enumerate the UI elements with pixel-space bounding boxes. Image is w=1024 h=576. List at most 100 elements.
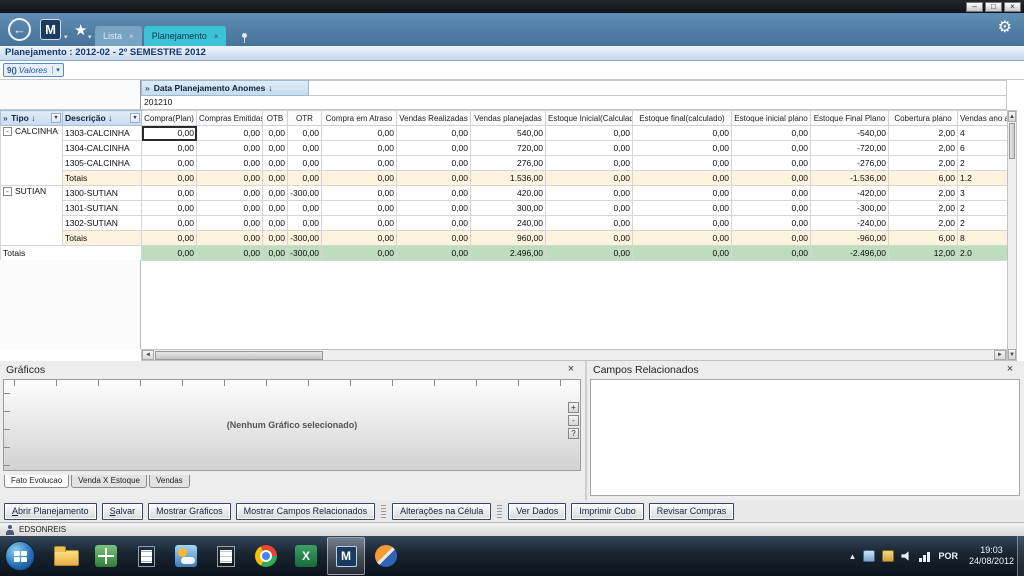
cell[interactable]: 0,00 [322,171,397,186]
cell[interactable]: 2.496,00 [471,246,546,261]
cell[interactable]: 0,00 [142,141,197,156]
vertical-scrollbar-thumb[interactable] [1009,123,1015,159]
cell[interactable]: 0,00 [288,216,322,231]
cell[interactable]: 6,00 [889,171,958,186]
app-logo[interactable]: M [40,19,61,40]
cell[interactable]: 0,00 [142,201,197,216]
cell[interactable]: 0,00 [546,141,633,156]
cell[interactable]: 0,00 [633,201,732,216]
graph-tab-fato-evolucao[interactable]: Fato Evolucao [4,475,69,488]
cell[interactable]: 1.2 [958,171,1009,186]
cell[interactable]: 3 [958,186,1009,201]
cell[interactable]: 2,00 [889,126,958,141]
cell[interactable]: 0,00 [546,126,633,141]
tray-app-icon[interactable] [863,550,875,562]
row-label[interactable]: 1305-CALCINHA [63,156,142,171]
scroll-down-icon[interactable]: ▼ [1008,349,1016,360]
cell[interactable]: 276,00 [471,156,546,171]
cell[interactable]: 0,00 [397,171,471,186]
back-button[interactable]: ← [8,18,31,41]
clock[interactable]: 19:03 24/08/2012 [969,545,1014,567]
cell[interactable]: 0,00 [322,216,397,231]
group-cell-sutian[interactable]: -SUTIAN [1,186,63,246]
cell[interactable]: 0,00 [732,186,811,201]
cell[interactable]: 0,00 [142,246,197,261]
cell[interactable]: 0,00 [263,246,288,261]
cell[interactable]: 0,00 [322,186,397,201]
cell[interactable]: 0,00 [263,156,288,171]
tab-close-icon[interactable]: × [214,32,219,41]
graphs-close-icon[interactable]: × [565,363,577,375]
cell[interactable]: 0,00 [732,216,811,231]
taskbar-icon-green-grid-app[interactable] [87,537,125,575]
row-label[interactable]: Totais [1,246,142,261]
network-icon[interactable] [919,551,931,562]
logo-dropdown-icon[interactable]: ▾ [64,33,68,41]
scroll-right-icon[interactable]: ► [994,350,1006,360]
column-header-vendas-planejadas[interactable]: Vendas planejadas [471,111,546,126]
cell[interactable]: 0,00 [732,126,811,141]
cell[interactable]: 0,00 [732,231,811,246]
scroll-up-icon[interactable]: ▲ [1008,111,1016,122]
cell[interactable]: 0,00 [142,231,197,246]
cell[interactable]: 0,00 [322,156,397,171]
cell[interactable]: 0,00 [546,186,633,201]
cell[interactable]: 0,00 [633,216,732,231]
horizontal-scrollbar[interactable]: ◄ ► [141,349,1007,361]
cell[interactable]: -2.496,00 [811,246,889,261]
sort-desc-icon[interactable]: ↓ [106,113,113,123]
cell[interactable]: 0,00 [397,201,471,216]
tab-planejamento[interactable]: Planejamento× [144,26,227,46]
cell[interactable]: 0,00 [732,141,811,156]
cell[interactable]: 0,00 [633,156,732,171]
taskbar-icon-explorer[interactable] [47,537,85,575]
hidden-icons-arrow[interactable]: ▲ [849,552,857,561]
cell[interactable]: 0,00 [633,186,732,201]
cell[interactable]: 0,00 [197,201,263,216]
cell[interactable]: 0,00 [732,201,811,216]
related-close-icon[interactable]: × [1004,363,1016,375]
show-desktop-button[interactable] [1017,536,1024,576]
column-header-otb[interactable]: OTB [263,111,288,126]
chart-control-1[interactable]: - [568,415,579,426]
column-header-estoque-inicial-calculado[interactable]: Estoque Inicial(Calculado) [546,111,633,126]
cell[interactable]: 0,00 [142,171,197,186]
cell[interactable]: 0,00 [142,126,197,141]
cell[interactable]: -240,00 [811,216,889,231]
cell[interactable]: 0,00 [397,216,471,231]
values-filter-chip[interactable]: 9() Valores ▾ [3,63,64,77]
cell[interactable]: 2,00 [889,201,958,216]
cell[interactable]: 0,00 [197,141,263,156]
cell[interactable]: 6 [958,141,1009,156]
language-indicator[interactable]: POR [938,551,958,561]
cell[interactable]: -720,00 [811,141,889,156]
cell[interactable]: 0,00 [197,156,263,171]
favorites-star-icon[interactable]: ★ [74,21,87,39]
cell[interactable]: 2 [958,216,1009,231]
sort-desc-icon[interactable]: ↓ [29,113,36,123]
row-label[interactable]: Totais [63,171,142,186]
tab-close-icon[interactable]: × [129,32,134,41]
column-header-vendas-realizadas[interactable]: Vendas Realizadas [397,111,471,126]
cell[interactable]: 0,00 [288,141,322,156]
cell[interactable]: 0,00 [732,156,811,171]
cell[interactable]: 0,00 [397,186,471,201]
button-grip[interactable] [381,504,386,518]
chart-control-2[interactable]: ? [568,428,579,439]
start-button[interactable] [5,541,35,571]
cell[interactable]: 0,00 [288,156,322,171]
cell[interactable]: 4 [958,126,1009,141]
cell[interactable]: 0,00 [142,156,197,171]
chart-control-0[interactable]: + [568,402,579,413]
cell[interactable]: 0,00 [322,126,397,141]
cell[interactable]: 0,00 [263,126,288,141]
cell[interactable]: 240,00 [471,216,546,231]
action-button-mostrar-campos-relacionados[interactable]: Mostrar Campos Relacionados [236,503,376,520]
collapse-icon[interactable]: - [3,127,12,136]
action-button-ver-dados[interactable]: Ver Dados [508,503,566,520]
pin-icon[interactable] [240,33,248,44]
cell[interactable]: 0,00 [633,246,732,261]
action-button-revisar-compras[interactable]: Revisar Compras [649,503,735,520]
cell[interactable]: 0,00 [288,126,322,141]
cell[interactable]: 0,00 [197,126,263,141]
